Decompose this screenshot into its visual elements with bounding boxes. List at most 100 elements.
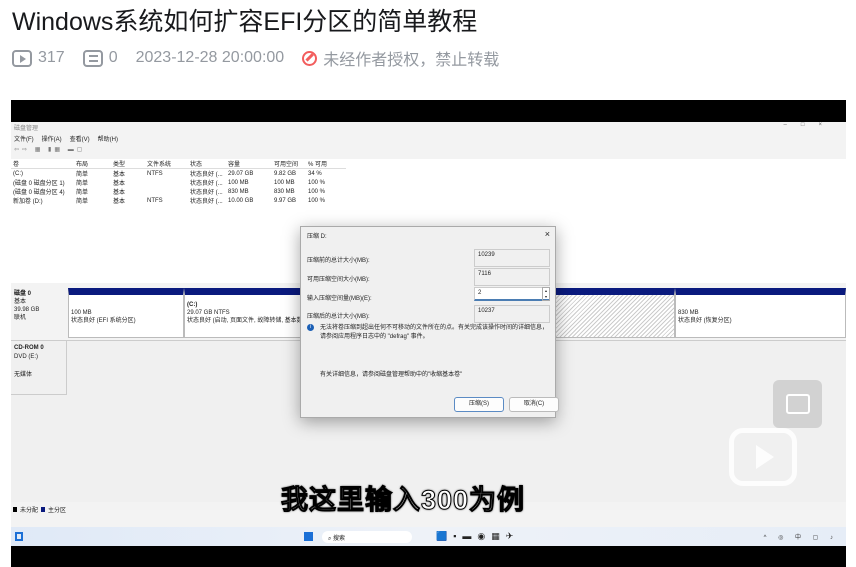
menu-action[interactable]: 操作(A) bbox=[42, 134, 62, 143]
available-value: 7116 bbox=[474, 268, 550, 286]
shrink-dialog: 压缩 D: × 压缩前的总计大小(MB): 10239 可用压缩空间大小(MB)… bbox=[300, 226, 559, 418]
menu-file[interactable]: 文件(F) bbox=[14, 134, 34, 143]
cell: NTFS bbox=[147, 170, 163, 177]
col-type[interactable]: 类型 bbox=[111, 159, 145, 169]
cdrom-status: 无媒体 bbox=[14, 372, 33, 378]
cell: 基本 bbox=[113, 190, 126, 196]
cell: 简单 bbox=[76, 190, 89, 196]
bilibili-tv-icon[interactable] bbox=[729, 428, 797, 486]
cell: (C:) bbox=[13, 170, 23, 177]
cell: 简单 bbox=[76, 172, 89, 178]
dialog-title: 压缩 D: bbox=[307, 234, 327, 240]
search-label: 搜索 bbox=[333, 536, 346, 542]
total-size-label: 压缩前的总计大小(MB): bbox=[307, 258, 370, 264]
shrink-button[interactable]: 压缩(S) bbox=[454, 397, 504, 412]
col-status[interactable]: 状态 bbox=[188, 159, 226, 169]
disk-size: 39.98 GB bbox=[14, 307, 40, 313]
cell: 100 MB bbox=[228, 179, 249, 186]
comment-count: 0 bbox=[108, 49, 118, 66]
cdrom-type: DVD (E:) bbox=[14, 354, 38, 360]
col-fs[interactable]: 文件系统 bbox=[145, 159, 188, 169]
cdrom-name: CD-ROM 0 bbox=[14, 345, 44, 351]
after-size-label: 压缩后的总计大小(MB): bbox=[307, 314, 370, 320]
cell: 状态良好 (... bbox=[190, 172, 223, 178]
cell: 100 % bbox=[308, 179, 326, 186]
start-icon[interactable] bbox=[304, 532, 313, 541]
cell: 状态良好 (... bbox=[190, 190, 223, 196]
cell: 34 % bbox=[308, 170, 322, 177]
part-name bbox=[71, 301, 181, 309]
cell: 100 % bbox=[308, 197, 326, 204]
cell: 状态良好 (... bbox=[190, 199, 223, 205]
taskbar: ⌕ 搜索 🟦▪▬◉▦✈ ^ ◎ 中 ▢ ♪ bbox=[11, 527, 846, 546]
disk-name: 磁盘 0 bbox=[14, 291, 32, 297]
publish-date: 2023-12-28 20:00:00 bbox=[135, 49, 285, 66]
cell: 10.00 GB bbox=[228, 197, 254, 204]
toolbar[interactable]: ⇦⇨ ▦ ▮▦ ▬▢ bbox=[14, 146, 85, 153]
video-player[interactable]: 磁盘管理 –□× 文件(F) 操作(A) 查看(V) 帮助(H) ⇦⇨ ▦ ▮▦… bbox=[11, 100, 846, 567]
part-size: 100 MB bbox=[71, 310, 92, 316]
legend-unallocated: 未分配 bbox=[20, 508, 39, 514]
part-size: 830 MB bbox=[678, 310, 699, 316]
col-pct[interactable]: % 可用 bbox=[306, 159, 346, 169]
cell: 基本 bbox=[113, 181, 126, 187]
play-count-icon bbox=[12, 49, 32, 67]
cell: 29.07 GB bbox=[228, 170, 254, 177]
col-free[interactable]: 可用空间 bbox=[272, 159, 306, 169]
legend: 未分配 主分区 bbox=[13, 505, 66, 514]
no-repost-icon bbox=[302, 50, 318, 66]
info-icon: i bbox=[307, 324, 314, 331]
partition-recovery[interactable]: 830 MB 状态良好 (恢复分区) bbox=[675, 288, 846, 338]
taskbar-search[interactable]: ⌕ 搜索 bbox=[322, 531, 412, 543]
cell: (磁盘 0 磁盘分区 4) bbox=[13, 190, 65, 196]
video-subtitle: 我这里输入300为例 bbox=[280, 485, 526, 516]
cell bbox=[145, 178, 188, 187]
table-row[interactable]: (磁盘 0 磁盘分区 1) 简单 基本 状态良好 (... 100 MB 100 MB 10… bbox=[11, 178, 346, 188]
partition-unallocated[interactable] bbox=[555, 288, 675, 338]
shrink-amount-input[interactable]: 2 bbox=[474, 287, 550, 301]
close-icon[interactable]: × bbox=[545, 229, 550, 239]
window-controls[interactable]: –□× bbox=[784, 122, 836, 128]
cell bbox=[145, 187, 188, 196]
view-count: 317 bbox=[38, 49, 65, 66]
help-text[interactable]: 有关详细信息，请参阅磁盘管理帮助中的"收缩基本卷" bbox=[320, 369, 462, 378]
after-size-value: 10237 bbox=[474, 305, 550, 323]
col-capacity[interactable]: 容量 bbox=[226, 159, 272, 169]
video-meta: 317 0 2023-12-28 20:00:00 未经作者授权，禁止转载 bbox=[12, 46, 499, 70]
spinner[interactable]: ▴ ▾ bbox=[542, 287, 550, 301]
table-row[interactable]: 新加卷 (D:) 简单 基本 NTFS 状态良好 (... 10.00 GB 9.97 GB… bbox=[11, 196, 346, 206]
table-row[interactable]: (C:) 简单 基本 NTFS 状态良好 (... 29.07 GB 9.82 GB 34 % bbox=[11, 169, 346, 179]
cell: 状态良好 (... bbox=[190, 181, 223, 187]
legend-primary: 主分区 bbox=[48, 508, 67, 514]
part-status: 状态良好 (恢复分区) bbox=[678, 318, 732, 324]
partition-efi[interactable]: 100 MB 状态良好 (EFI 系统分区) bbox=[68, 288, 184, 338]
copyright-notice: 未经作者授权，禁止转载 bbox=[323, 52, 500, 69]
cell: 9.82 GB bbox=[274, 170, 297, 177]
comment-icon bbox=[82, 49, 103, 67]
disk-status: 联机 bbox=[14, 315, 27, 321]
page-title: Windows系统如何扩容EFI分区的简单教程 bbox=[12, 8, 478, 36]
cell: 9.97 GB bbox=[274, 197, 297, 204]
col-layout[interactable]: 布局 bbox=[74, 159, 111, 169]
cell: 830 MB bbox=[228, 188, 249, 195]
system-tray[interactable]: ^ ◎ 中 ▢ ♪ bbox=[764, 532, 838, 541]
cell: 新加卷 (D:) bbox=[13, 199, 43, 205]
cell: 830 MB bbox=[274, 188, 295, 195]
menu-help[interactable]: 帮助(H) bbox=[98, 134, 118, 143]
widgets-icon[interactable] bbox=[15, 532, 23, 541]
col-volume[interactable]: 卷 bbox=[11, 159, 74, 169]
disk-0-label: 磁盘 0 基本 39.98 GB 联机 bbox=[14, 290, 39, 322]
cell: 100 % bbox=[308, 188, 326, 195]
menu-view[interactable]: 查看(V) bbox=[70, 134, 90, 143]
cell: 基本 bbox=[113, 199, 126, 205]
available-label: 可用压缩空间大小(MB): bbox=[307, 277, 370, 283]
pinned-apps[interactable]: 🟦▪▬◉▦✈ bbox=[436, 531, 519, 542]
cell: (磁盘 0 磁盘分区 1) bbox=[13, 181, 65, 187]
disk-type: 基本 bbox=[14, 299, 27, 305]
cell: 基本 bbox=[113, 172, 126, 178]
table-row[interactable]: (磁盘 0 磁盘分区 4) 简单 基本 状态良好 (... 830 MB 830 MB 10… bbox=[11, 187, 346, 197]
total-size-value: 10239 bbox=[474, 249, 550, 267]
table-header: 卷 布局 类型 文件系统 状态 容量 可用空间 % 可用 bbox=[11, 159, 346, 169]
cancel-button[interactable]: 取消(C) bbox=[509, 397, 559, 412]
pip-icon[interactable] bbox=[773, 380, 822, 428]
